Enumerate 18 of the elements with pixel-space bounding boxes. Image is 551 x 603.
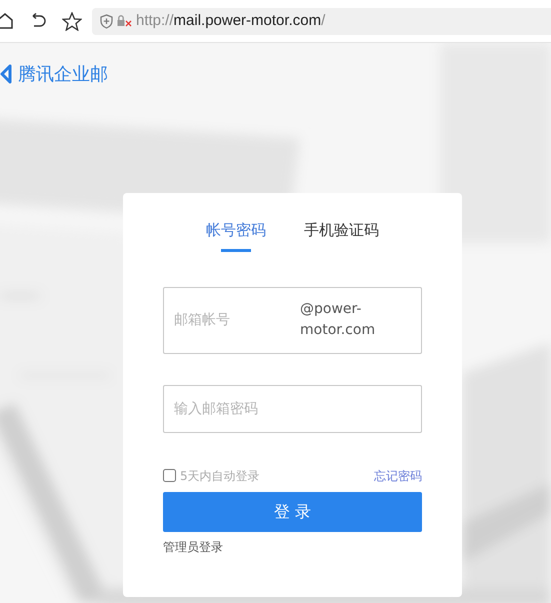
- url-text: http://mail.power-motor.com/: [136, 10, 326, 31]
- insecure-lock-icon: [117, 14, 132, 28]
- shield-icon: [100, 14, 113, 28]
- password-field[interactable]: 输入邮箱密码: [163, 384, 422, 432]
- undo-icon[interactable]: [30, 13, 46, 29]
- star-icon[interactable]: [62, 12, 82, 30]
- auto-login-checkbox[interactable]: [163, 469, 176, 482]
- domain-suffix: @power-motor.com: [300, 300, 376, 340]
- auto-login-label: 5天内自动登录: [180, 468, 260, 484]
- forgot-password-link[interactable]: 忘记密码: [374, 466, 422, 484]
- address-bar[interactable]: http://mail.power-motor.com/: [92, 8, 551, 34]
- login-button[interactable]: 登 录: [163, 492, 422, 532]
- home-icon[interactable]: [0, 12, 14, 30]
- logo-icon: [0, 64, 12, 84]
- admin-login-link[interactable]: 管理员登录: [163, 538, 223, 556]
- tab[interactable]: 帐号密码: [206, 219, 266, 262]
- tab[interactable]: 手机验证码: [304, 219, 379, 262]
- brand-name: 腾讯企业邮: [18, 62, 108, 86]
